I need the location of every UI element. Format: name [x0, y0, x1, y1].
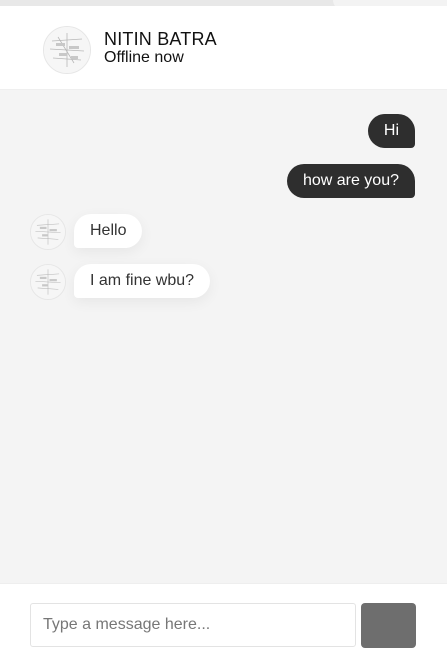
sent-message: how are you?: [286, 164, 415, 198]
received-message: Hello: [74, 214, 143, 248]
profile-avatar-icon: [31, 265, 65, 299]
message-composer: [0, 583, 447, 660]
contact-name: NITIN BATRA: [104, 29, 217, 49]
chat-window: NITIN BATRA Offline now Hi how are you?: [0, 0, 447, 660]
sent-message: Hi: [367, 114, 415, 148]
contact-avatar[interactable]: [43, 26, 91, 74]
received-message: I am fine wbu?: [74, 264, 211, 298]
contact-avatar: [30, 214, 66, 250]
profile-avatar-icon: [31, 215, 65, 249]
contact-avatar: [30, 264, 66, 300]
message-input[interactable]: [30, 603, 356, 647]
message-list: Hi how are you? Hello I am fine wbu?: [0, 90, 447, 583]
contact-status: Offline now: [104, 49, 184, 66]
send-button[interactable]: [361, 603, 416, 648]
profile-avatar-icon: [44, 27, 90, 73]
chat-header: NITIN BATRA Offline now: [0, 6, 447, 90]
